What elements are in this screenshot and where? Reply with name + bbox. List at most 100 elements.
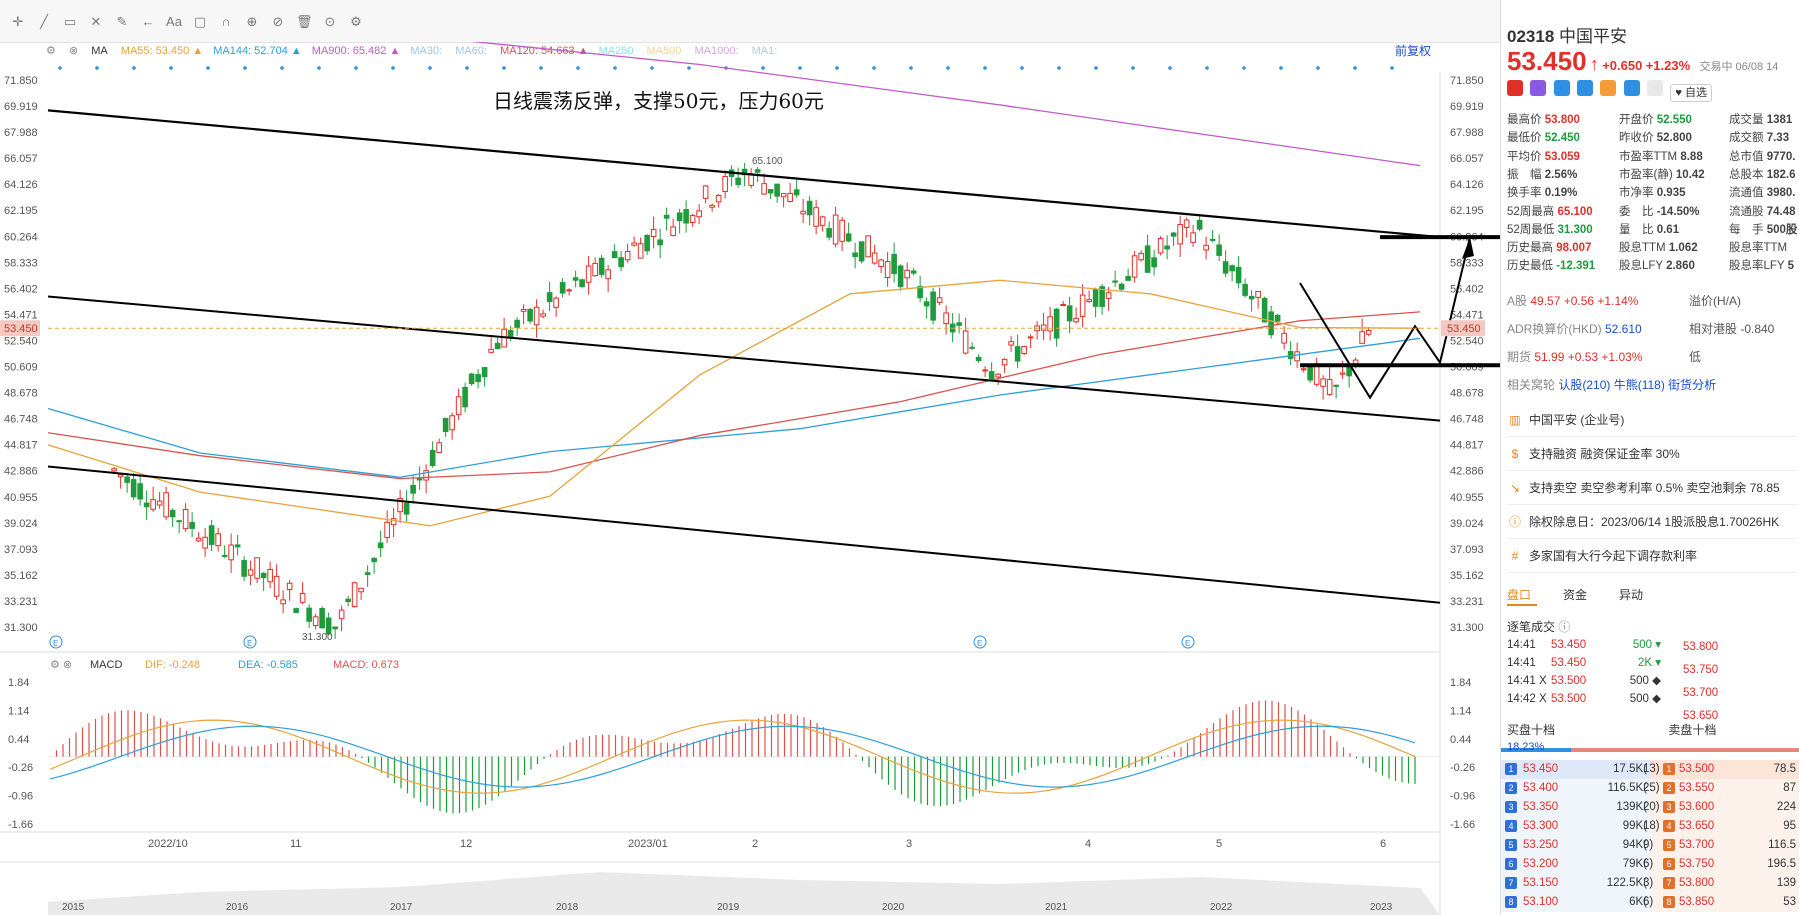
order-book-row[interactable]: 1 53.450 17.5K(13) 1 53.500 78.5 <box>1501 760 1799 779</box>
info-line[interactable]: $ 支持融资 融资保证金率 30% <box>1507 438 1797 471</box>
candle-body <box>631 242 637 246</box>
detail-tabs: 盘口 资金 异动 <box>1507 586 1675 603</box>
order-book-row[interactable]: 4 53.300 99K(18) 4 53.650 95 <box>1501 817 1799 836</box>
dollar-badge-icon[interactable] <box>1577 80 1594 96</box>
order-book-cell: 8 <box>1659 893 1679 912</box>
event-dot <box>391 66 395 70</box>
stat-item: 总市值 9770. <box>1729 148 1795 164</box>
tick-row: 14:42 X 53.500 500 ◆ <box>1507 691 1661 705</box>
candle-body <box>871 252 878 264</box>
candle-body <box>228 544 234 561</box>
candle-body <box>111 468 117 472</box>
cross-market-row[interactable]: 期货 51.99 +0.53 +1.03% <box>1507 348 1642 365</box>
stat-value: 1381 <box>1766 114 1793 126</box>
lock-icon[interactable]: ⊕ <box>244 14 260 30</box>
candle-body <box>1339 372 1346 375</box>
brush-icon[interactable]: ✎ <box>114 14 130 30</box>
candle-body <box>1047 316 1053 332</box>
fib-icon[interactable]: ✕ <box>88 14 104 30</box>
trading-status: 交易中 06/08 14 <box>1699 61 1779 73</box>
candle-body <box>533 306 540 326</box>
eye-badge-icon[interactable] <box>1647 80 1664 96</box>
stat-label: 历史最低 <box>1507 260 1557 273</box>
y-tick-left: 71.850 <box>4 75 38 87</box>
tab-1[interactable]: 资金 <box>1563 588 1587 602</box>
candle-body <box>306 607 312 622</box>
info-line[interactable]: ↘ 支持卖空 卖空参考利率 0.5% 卖空池剩余 78.85 <box>1507 472 1797 505</box>
watchlist-button[interactable]: ♥ 自选 <box>1670 84 1712 102</box>
stat-label: 流通股 <box>1729 205 1767 218</box>
candle-body <box>839 219 845 242</box>
hk-badge-icon[interactable] <box>1507 80 1523 96</box>
link-icon[interactable]: ⊙ <box>322 14 338 30</box>
delete-icon[interactable]: 🗑 <box>296 14 313 30</box>
macd-value: MACD: 0.673 <box>333 659 399 671</box>
candle-body <box>195 537 202 542</box>
event-dot <box>983 66 987 70</box>
price-chart[interactable]: 71.850 71.850 69.919 69.919 67.988 67.988 66.0… <box>0 42 1500 915</box>
candle-body <box>130 479 137 498</box>
tag-badge-icon[interactable] <box>1623 80 1640 96</box>
y-tick-left: 48.678 <box>4 388 38 400</box>
info-line[interactable]: ▥ 中国平安 (企业号) <box>1507 404 1797 437</box>
feature-badge-icon[interactable] <box>1530 80 1547 96</box>
text-icon[interactable]: Aa <box>166 14 182 30</box>
candle-body <box>1118 283 1125 290</box>
macd-dif: DIF: -0.248 <box>145 659 200 671</box>
order-book-row[interactable]: 7 53.150 122.5K(3) 7 53.800 139 <box>1501 874 1799 893</box>
tab-0[interactable]: 盘口 <box>1507 588 1531 602</box>
eye-icon[interactable]: ⊘ <box>270 14 286 30</box>
link-badge-icon[interactable] <box>1600 80 1617 96</box>
candle-body <box>553 297 559 308</box>
order-book-row[interactable]: 8 53.100 6K(6) 8 53.850 53 <box>1501 893 1799 912</box>
low-label: 31.300 <box>302 632 333 643</box>
short-icon: ↘ <box>1509 481 1521 495</box>
stat-item: 股息率TTM <box>1729 239 1787 255</box>
candle-body <box>1014 346 1021 362</box>
stat-value: 10.42 <box>1675 168 1705 181</box>
y-tick-right: 64.126 <box>1450 179 1484 191</box>
candle-body <box>163 492 169 518</box>
event-dot <box>872 66 876 70</box>
buy-ratio-label: 18.23% <box>1507 741 1545 753</box>
settings-icon[interactable]: ⚙ <box>348 14 364 30</box>
shape-icon[interactable]: ▭ <box>62 14 78 30</box>
stat-label: 市盈率(静) <box>1619 168 1676 181</box>
depth-price: 53.700 <box>1683 687 1719 699</box>
info-line[interactable]: # 多家国有大行今起下调存款利率 <box>1507 540 1797 573</box>
line-icon[interactable]: ╱ <box>36 14 52 30</box>
tick-row: 14:41 53.450 2K ▾ <box>1507 655 1661 669</box>
overview-tick: 2023 <box>1370 902 1393 913</box>
candle-body <box>150 499 156 510</box>
order-book-row[interactable]: 5 53.250 94K(9) 5 53.700 116.5 <box>1501 836 1799 855</box>
info-line[interactable]: ⓘ 除权除息日：2023/06/14 1股派股息1.70026HK <box>1507 506 1797 539</box>
stat-item: 换手率 0.19% <box>1507 184 1577 200</box>
event-dot <box>280 66 284 70</box>
cross-market-row[interactable]: ADR换算价(HKD) 52.610 <box>1507 320 1642 337</box>
stat-item: 股息LFY 2.860 <box>1619 257 1695 273</box>
candle-body <box>1066 305 1073 322</box>
order-book-row[interactable]: 2 53.400 116.5K(25) 2 53.550 87 <box>1501 779 1799 798</box>
stat-value: 2.860 <box>1666 260 1695 273</box>
info-icon[interactable]: ⓘ <box>1558 620 1570 634</box>
note-icon[interactable]: ▢ <box>192 14 208 30</box>
order-book-cell: 6K( <box>1629 896 1647 908</box>
cross-market-row[interactable]: A股 49.57 +0.56 +1.14% <box>1507 292 1638 309</box>
current-price-tag: 53.450 <box>1447 323 1481 335</box>
cross-value: +1.03% <box>1601 350 1643 364</box>
info-text: 支持融资 融资保证金率 30% <box>1529 447 1680 461</box>
order-book-row[interactable]: 3 53.350 139K(20) 3 53.600 224 <box>1501 798 1799 817</box>
ticks-title-label: 逐笔成交 <box>1507 620 1556 634</box>
event-dot <box>1020 66 1024 70</box>
order-book-row[interactable]: 6 53.200 79K(6) 6 53.750 196.5 <box>1501 855 1799 874</box>
macd-tick-left: -1.66 <box>8 819 33 831</box>
share-badge-icon[interactable] <box>1553 80 1570 96</box>
order-book-cell: 53.300 <box>1523 820 1559 832</box>
cross-market-row[interactable]: 相关窝轮 认股(210) 牛熊(118) 街货分析 <box>1507 376 1716 393</box>
event-dot <box>1205 66 1209 70</box>
candle-body <box>1164 245 1170 250</box>
crosshair-icon[interactable]: ✛ <box>10 14 26 30</box>
arrow-icon[interactable]: ← <box>140 14 156 30</box>
magnet-icon[interactable]: ∩ <box>218 14 234 30</box>
tab-2[interactable]: 异动 <box>1619 588 1643 602</box>
